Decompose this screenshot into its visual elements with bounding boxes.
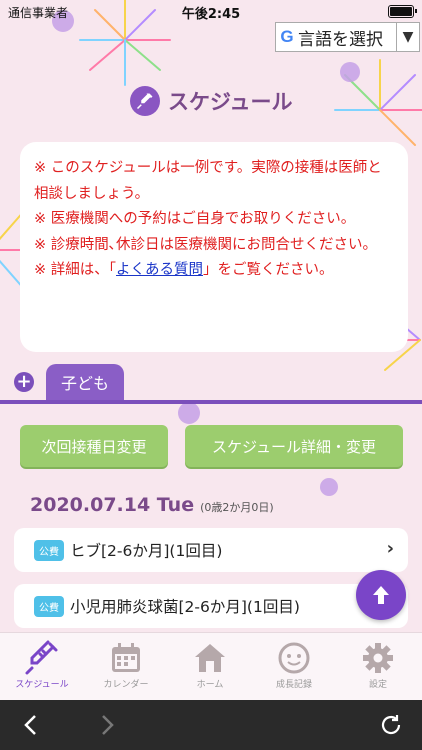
change-next-date-button[interactable]: 次回接種日変更 — [20, 425, 168, 467]
forward-button[interactable] — [90, 708, 124, 742]
notice-line: ※ このスケジュールは一例です。実際の接種は医師と相談しましょう。 — [34, 160, 382, 202]
dropdown-arrow-icon: ▼ — [396, 23, 419, 51]
decoration-dot — [320, 478, 338, 496]
bottom-tab-bar: スケジュール カレンダー ホーム 成長記録 設定 — [0, 632, 422, 701]
faq-prefix: ※ 詳細は、「 — [34, 262, 117, 278]
tab-label: ホーム — [196, 680, 224, 690]
status-bar: 通信事業者 午後2:45 — [0, 0, 422, 22]
chevron-right-icon — [102, 715, 114, 735]
tab-growth[interactable]: 成長記録 — [252, 639, 336, 690]
page-title: スケジュール — [168, 90, 293, 114]
reload-button[interactable] — [374, 708, 408, 742]
tab-home[interactable]: ホーム — [168, 639, 252, 690]
tab-schedule[interactable]: スケジュール — [0, 639, 84, 690]
page-header: スケジュール — [130, 86, 293, 116]
add-child-button[interactable]: + — [14, 372, 34, 392]
battery-icon — [388, 5, 417, 18]
notice-box: ※ このスケジュールは一例です。実際の接種は医師と相談しましょう。 ※ 医療機関… — [20, 142, 408, 352]
faq-suffix: 」をご覧ください。 — [203, 262, 334, 278]
browser-toolbar — [0, 700, 422, 750]
vaccine-name: ヒブ[2-6か月](1回目) — [70, 542, 223, 560]
home-icon — [168, 639, 252, 677]
gear-icon — [336, 639, 420, 677]
notice-line: ※ 診療時間､休診日は医療機関にお問合せください。 — [34, 236, 378, 253]
tab-label: 設定 — [368, 680, 387, 690]
tab-label: カレンダー — [103, 680, 149, 690]
clock: 午後2:45 — [181, 7, 241, 22]
public-funded-badge: 公費 — [34, 539, 64, 561]
list-item[interactable]: 公費 小児用肺炎球菌[2-6か月](1回目) — [14, 584, 408, 628]
vaccine-name: 小児用肺炎球菌[2-6か月](1回目) — [70, 598, 300, 616]
tab-label: スケジュール — [15, 680, 69, 690]
list-item[interactable]: 公費 ヒブ[2-6か月](1回目) › — [14, 528, 408, 572]
arrow-up-icon — [373, 586, 389, 604]
tab-settings[interactable]: 設定 — [336, 639, 420, 690]
notice-line: ※ 医療機関への予約はご自身でお取りください。 — [34, 211, 356, 227]
notice-line: ※ 詳細は、「よくある質問」をご覧ください。 — [34, 258, 394, 284]
language-select-label: 言語を選択 — [298, 29, 383, 50]
schedule-date: 2020.07.14 Tue (0歳2か月0日) — [30, 494, 274, 516]
date-text: 2020.07.14 Tue — [30, 494, 195, 516]
tab-underline — [0, 400, 422, 404]
tab-calendar[interactable]: カレンダー — [84, 639, 168, 690]
child-age: (0歳2か月0日) — [200, 501, 274, 514]
chevron-left-icon — [24, 715, 36, 735]
back-button[interactable] — [14, 708, 48, 742]
chevron-right-icon: › — [386, 538, 394, 559]
tab-child[interactable]: 子ども — [46, 364, 124, 400]
child-tab-row: + 子ども — [0, 360, 422, 406]
language-select[interactable]: G 言語を選択 ▼ — [275, 22, 420, 52]
decoration-dot — [340, 62, 360, 82]
calendar-icon — [84, 639, 168, 677]
google-icon: G — [280, 27, 294, 46]
syringe-icon — [130, 86, 160, 116]
reload-icon — [381, 715, 401, 735]
public-funded-badge: 公費 — [34, 595, 64, 617]
syringe-icon — [0, 639, 84, 677]
baby-face-icon — [252, 639, 336, 677]
faq-link[interactable]: よくある質問 — [116, 262, 203, 278]
tab-label: 成長記録 — [275, 680, 312, 690]
scroll-top-button[interactable] — [356, 570, 406, 620]
schedule-detail-button[interactable]: スケジュール詳細・変更 — [185, 425, 403, 467]
